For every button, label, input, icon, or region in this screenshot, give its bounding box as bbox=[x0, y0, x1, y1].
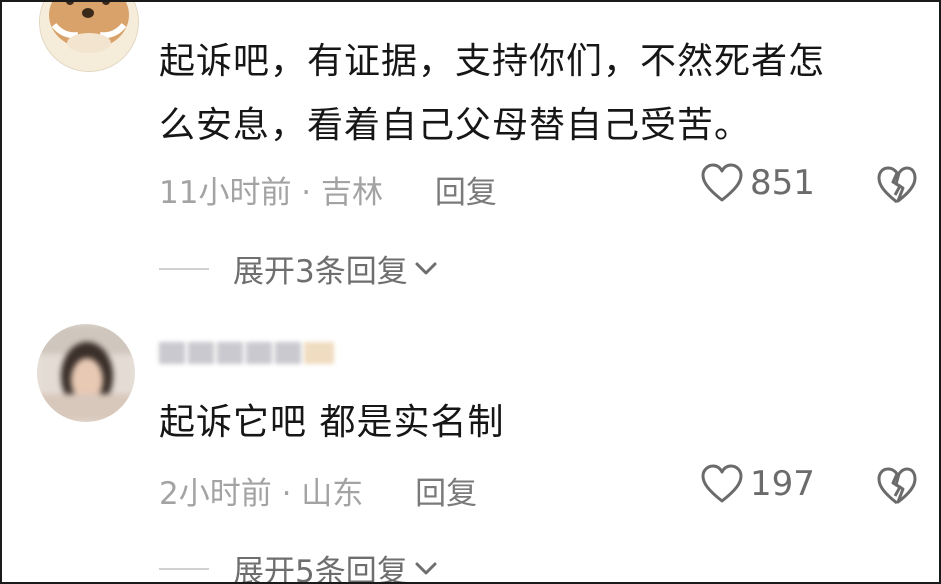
like-count: 851 bbox=[750, 163, 815, 203]
broken-heart-icon bbox=[877, 467, 917, 505]
comment-text: 起诉吧，有证据，支持你们，不然死者怎 bbox=[159, 41, 826, 82]
expand-replies-label: 展开3条回复 bbox=[233, 254, 408, 290]
comment-meta: 2小时前 · 山东 回复 bbox=[159, 468, 477, 513]
dislike-button[interactable] bbox=[876, 466, 918, 510]
expand-replies-button[interactable]: 展开5条回复 bbox=[159, 546, 438, 584]
like-count: 197 bbox=[750, 464, 815, 504]
dislike-button[interactable] bbox=[876, 165, 918, 209]
comment-text-continued: 么安息，看着自己父母替自己受苦。 bbox=[159, 105, 752, 146]
username-blurred bbox=[159, 342, 334, 364]
expand-replies-label: 展开5条回复 bbox=[233, 554, 408, 584]
comment-text: 起诉它吧 都是实名制 bbox=[159, 402, 505, 443]
avatar[interactable] bbox=[37, 324, 135, 422]
heart-outline-icon bbox=[701, 163, 743, 202]
comment-list: 起诉吧，有证据，支持你们，不然死者怎 么安息，看着自己父母替自己受苦。 11小时… bbox=[0, 0, 941, 584]
comment-meta: 11小时前 · 吉林 回复 bbox=[159, 167, 497, 212]
divider bbox=[159, 567, 209, 570]
time-location: 2小时前 · 山东 bbox=[159, 476, 364, 512]
reply-button[interactable]: 回复 bbox=[435, 175, 497, 211]
expand-replies-button[interactable]: 展开3条回复 bbox=[159, 246, 438, 291]
chevron-down-icon bbox=[415, 562, 437, 574]
divider bbox=[159, 267, 209, 270]
broken-heart-icon bbox=[877, 166, 917, 204]
heart-outline-icon bbox=[701, 464, 743, 503]
time-location: 11小时前 · 吉林 bbox=[159, 175, 384, 211]
avatar[interactable] bbox=[39, 2, 139, 72]
reply-button[interactable]: 回复 bbox=[415, 476, 477, 512]
like-button[interactable]: 851 bbox=[700, 163, 815, 203]
like-button[interactable]: 197 bbox=[700, 464, 815, 504]
chevron-down-icon bbox=[415, 262, 437, 274]
